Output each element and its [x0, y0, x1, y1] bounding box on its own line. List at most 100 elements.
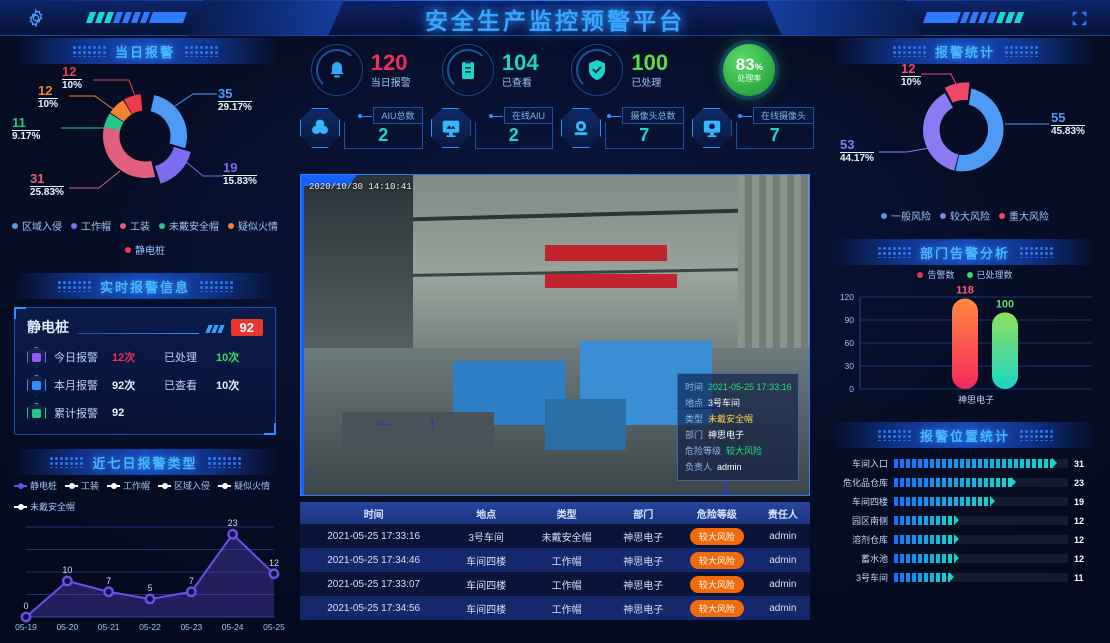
position-value: 11 [1074, 572, 1084, 583]
position-bar-track [894, 572, 1068, 582]
legend-item[interactable]: 工作帽 [71, 218, 111, 233]
legend-item[interactable]: 告警数 [917, 268, 955, 281]
legend-item[interactable]: 疑似火情 [218, 479, 270, 492]
cell-type: 工作帽 [551, 580, 582, 592]
svg-text:10: 10 [62, 565, 72, 575]
device-card[interactable]: 在线摄像头 7 [688, 102, 814, 154]
kpi-card[interactable]: 100 已处理 [555, 38, 685, 102]
alarmstats-title-bar: 报警统计 [832, 38, 1098, 64]
camera-icon [561, 108, 601, 148]
legend-label: 未戴安全帽 [30, 502, 76, 512]
donut-label-2: 31 25.83% [30, 171, 64, 198]
cell-owner: admin [769, 578, 797, 590]
kpi-card[interactable]: 120 当日报警 [296, 38, 426, 102]
realtime-row-label: 本月报警 [54, 380, 98, 392]
realtime-title: 实时报警信息 [99, 279, 190, 295]
legend-label: 静电桩 [135, 246, 165, 257]
alarmstats-title: 报警统计 [934, 44, 995, 60]
video-alarm-info-overlay: 时间 2021-05-25 17:33:16 地点 3号车间 类型 未戴安全帽 … [677, 373, 799, 481]
kpi-cards-row: 120 当日报警 104 已查看 100 已处理 83% 处理率 [292, 38, 818, 102]
cell-time: 2021-05-25 17:34:56 [327, 602, 421, 614]
device-body: 在线AIU 2 [474, 107, 553, 149]
live-video-feed[interactable]: 2020/10/30 14:10:41 时间 2021-05-25 17:33:… [300, 174, 810, 496]
video-info-line: 地点 3号车间 [685, 395, 791, 411]
gauge-value: 83% [735, 55, 763, 74]
realtime-stat-row: 本月报警 92次 已查看 10次 [27, 371, 263, 399]
legend-color-dot [228, 222, 234, 229]
device-card[interactable]: AIU总数 2 [296, 102, 423, 154]
legend-item[interactable]: 疑似火情 [228, 218, 278, 233]
legend-line-marker [218, 482, 232, 489]
svg-text:7: 7 [106, 576, 111, 586]
sevenday-legend: 静电桩 工装 工作帽 区域入侵 疑似火情 未戴安全帽 [0, 475, 290, 513]
today-alarm-legend: 区域入侵 工作帽 工装 未戴安全帽 疑似火情 静电桩 [0, 218, 290, 257]
legend-item[interactable]: 区域入侵 [158, 479, 210, 492]
device-card[interactable]: 摄像头总数 7 [557, 102, 684, 154]
device-value: 2 [474, 122, 553, 149]
position-row: 3号车间 11 [826, 568, 1100, 587]
kpi-ring [310, 44, 363, 96]
position-label: 3号车间 [855, 573, 888, 583]
legend-label: 静电桩 [30, 481, 58, 491]
legend-item[interactable]: 未戴安全帽 [159, 218, 219, 233]
video-info-line: 类型 未戴安全帽 [685, 411, 791, 427]
legend-item[interactable]: 静电桩 [125, 242, 165, 257]
alarm-bell-icon [325, 58, 349, 82]
column-header-type: 类型 [556, 509, 577, 521]
position-value: 31 [1074, 458, 1085, 469]
legend-item[interactable]: 未戴安全帽 [14, 500, 75, 513]
fullscreen-icon[interactable] [1071, 10, 1088, 27]
legend-item[interactable]: 工作帽 [107, 479, 150, 492]
video-info-value: 神思电子 [708, 430, 745, 440]
legend-item[interactable]: 已处理数 [966, 268, 1013, 281]
table-row[interactable]: 2021-05-25 17:33:16 3号车间 未戴安全帽 神思电子 较大风险… [300, 524, 810, 548]
legend-label: 较大风险 [950, 212, 990, 223]
legend-item[interactable]: 工装 [65, 479, 99, 492]
realtime-row-value: 12次 [112, 352, 136, 364]
legend-label: 已处理数 [976, 270, 1013, 280]
legend-item[interactable]: 区域入侵 [12, 218, 62, 233]
title-dots-left [49, 456, 84, 468]
video-info-key: 时间 [685, 382, 704, 392]
svg-text:120: 120 [840, 292, 854, 302]
legend-item[interactable]: 工装 [120, 218, 150, 233]
table-row[interactable]: 2021-05-25 17:33:07 车间四楼 工作帽 神思电子 较大风险 a… [300, 572, 810, 596]
position-label: 蓄水池 [860, 554, 888, 564]
position-bar-arrow [954, 515, 960, 525]
position-bar-arrow [954, 534, 960, 544]
cell-type: 工作帽 [551, 604, 582, 616]
page-title: 安全生产监控预警平台 [425, 8, 685, 34]
video-info-value: 较大风险 [726, 446, 763, 456]
svg-text:60: 60 [845, 338, 855, 348]
processing-rate-gauge[interactable]: 83% 处理率 [685, 38, 815, 102]
position-bar-fill [894, 554, 956, 563]
table-row[interactable]: 2021-05-25 17:34:46 车间四楼 工作帽 神思电子 较大风险 a… [300, 548, 810, 572]
legend-item[interactable]: 静电桩 [14, 479, 57, 492]
legend-label: 一般风险 [891, 212, 931, 223]
svg-text:100: 100 [996, 298, 1014, 310]
legend-item[interactable]: 重大风险 [999, 208, 1049, 223]
legend-label: 工装 [130, 222, 150, 233]
table-row[interactable]: 2021-05-25 17:34:56 车间四楼 工作帽 神思电子 较大风险 a… [300, 596, 810, 620]
video-info-key: 地点 [685, 398, 704, 408]
kpi-text: 100 已处理 [631, 51, 668, 89]
legend-item[interactable]: 较大风险 [940, 208, 990, 223]
svg-text:05-20: 05-20 [56, 622, 78, 632]
kpi-card[interactable]: 104 已查看 [426, 38, 556, 102]
legend-item[interactable]: 一般风险 [881, 208, 931, 223]
legend-label: 工作帽 [123, 481, 151, 491]
position-value: 12 [1074, 534, 1085, 545]
title-dots-right [184, 45, 218, 57]
position-value: 12 [1074, 515, 1085, 526]
cell-owner: admin [769, 554, 797, 566]
device-card[interactable]: 在线AIU 2 [427, 102, 553, 154]
position-bar-fill [894, 478, 1012, 487]
position-row: 溶剂仓库 12 [826, 530, 1100, 549]
grid-hex-icon [27, 374, 46, 396]
left-column: 当日报警 35 29.17% 19 15.83% 31 25.83% 11 9.… [0, 38, 290, 632]
realtime-row-label-2: 已处理 [164, 352, 197, 364]
realtime-stat-rows: 今日报警 12次 已处理 10次 本月报警 92次 已查看 10次 累计报警 9… [15, 337, 275, 427]
gauge-circle: 83% 处理率 [723, 44, 776, 96]
position-row: 车间入口 31 [826, 454, 1100, 473]
position-label: 溶剂仓库 [851, 535, 888, 545]
